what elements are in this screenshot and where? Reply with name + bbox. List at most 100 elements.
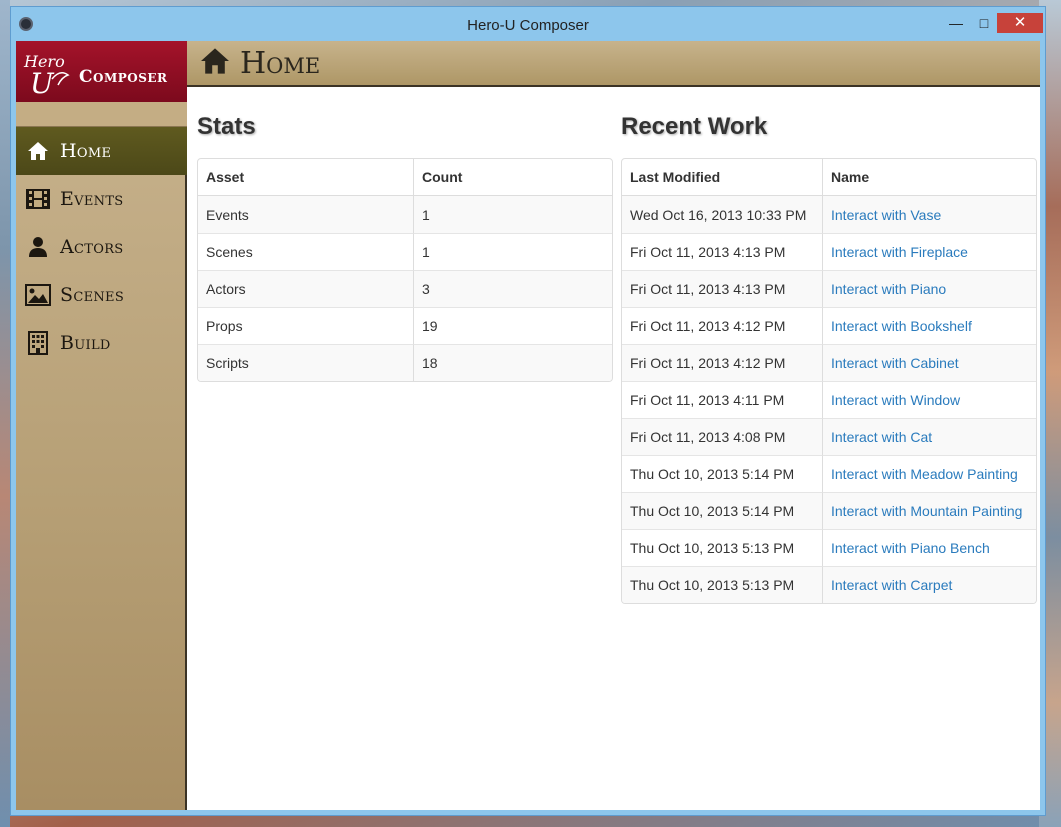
sidebar: Hero U Composer Home Events Actors Scene… xyxy=(16,41,187,810)
table-cell: Fri Oct 11, 2013 4:12 PM xyxy=(622,344,822,381)
window-title: Hero-U Composer xyxy=(467,17,589,34)
maximize-button[interactable]: □ xyxy=(971,13,997,33)
table-cell: Interact with Meadow Painting xyxy=(822,455,1036,492)
table-row: Thu Oct 10, 2013 5:14 PM Interact with Mo… xyxy=(622,492,1036,529)
logo: Hero U Composer xyxy=(16,41,187,102)
table-cell: Events xyxy=(198,196,413,233)
recent-work-link[interactable]: Interact with Meadow Painting xyxy=(831,466,1018,482)
table-cell: Interact with Window xyxy=(822,381,1036,418)
stats-table: Asset Count Events 1 Scenes 1 Actors 3 Props 19… xyxy=(197,158,613,382)
table-row: Thu Oct 10, 2013 5:13 PM Interact with Pi… xyxy=(622,529,1036,566)
title-bar[interactable]: Hero-U Composer — □ ✕ xyxy=(11,7,1045,41)
home-icon xyxy=(24,139,52,163)
table-cell: Fri Oct 11, 2013 4:12 PM xyxy=(622,307,822,344)
table-cell: Interact with Fireplace xyxy=(822,233,1036,270)
recent-work-link[interactable]: Interact with Cabinet xyxy=(831,355,959,371)
recent-work-link[interactable]: Interact with Carpet xyxy=(831,577,952,593)
recent-work-link[interactable]: Interact with Piano Bench xyxy=(831,540,990,556)
table-cell: Scenes xyxy=(198,233,413,270)
table-row: Fri Oct 11, 2013 4:13 PM Interact with Fi… xyxy=(622,233,1036,270)
table-row: Fri Oct 11, 2013 4:08 PM Interact with Ca… xyxy=(622,418,1036,455)
client-area: Hero U Composer Home Events Actors Scene… xyxy=(16,41,1040,810)
logo-text: Composer xyxy=(79,67,168,87)
table-row: Fri Oct 11, 2013 4:12 PM Interact with Bo… xyxy=(622,307,1036,344)
table-row: Thu Oct 10, 2013 5:13 PM Interact with Ca… xyxy=(622,566,1036,603)
page-title: Home xyxy=(240,45,321,81)
column-header-name: Name xyxy=(822,159,1036,196)
column-header-asset: Asset xyxy=(198,159,413,196)
table-cell: Fri Oct 11, 2013 4:13 PM xyxy=(622,233,822,270)
main-content: Stats Asset Count Events 1 Scenes 1 Actors 3 P… xyxy=(187,89,1040,810)
sidebar-item-actors[interactable]: Actors xyxy=(16,223,187,271)
table-cell: Props xyxy=(198,307,413,344)
sidebar-nav: Home Events Actors Scenes Build xyxy=(16,127,187,367)
minimize-button[interactable]: — xyxy=(943,13,969,33)
table-row: Wed Oct 16, 2013 10:33 PM Interact with V… xyxy=(622,196,1036,233)
table-header-row: Last Modified Name xyxy=(622,159,1036,196)
sidebar-item-events[interactable]: Events xyxy=(16,175,187,223)
recent-work-link[interactable]: Interact with Vase xyxy=(831,207,941,223)
table-cell: Actors xyxy=(198,270,413,307)
recent-work-link[interactable]: Interact with Window xyxy=(831,392,960,408)
table-row: Props 19 xyxy=(198,307,612,344)
recent-work-link[interactable]: Interact with Cat xyxy=(831,429,932,445)
table-row: Scripts 18 xyxy=(198,344,612,381)
table-cell: Interact with Carpet xyxy=(822,566,1036,603)
table-cell: Interact with Mountain Painting xyxy=(822,492,1036,529)
table-cell: 3 xyxy=(413,270,612,307)
table-cell: 1 xyxy=(413,233,612,270)
sidebar-item-label: Actors xyxy=(60,236,124,258)
table-cell: 18 xyxy=(413,344,612,381)
table-cell: Thu Oct 10, 2013 5:14 PM xyxy=(622,455,822,492)
table-cell: 19 xyxy=(413,307,612,344)
user-icon xyxy=(24,235,52,259)
table-row: Fri Oct 11, 2013 4:12 PM Interact with Ca… xyxy=(622,344,1036,381)
app-window: Hero-U Composer — □ ✕ Hero U Composer Ho… xyxy=(10,6,1046,816)
sidebar-spacer xyxy=(16,102,187,127)
table-cell: Fri Oct 11, 2013 4:11 PM xyxy=(622,381,822,418)
table-cell: Thu Oct 10, 2013 5:14 PM xyxy=(622,492,822,529)
table-row: Thu Oct 10, 2013 5:14 PM Interact with Me… xyxy=(622,455,1036,492)
table-cell: Fri Oct 11, 2013 4:13 PM xyxy=(622,270,822,307)
table-cell: Interact with Piano xyxy=(822,270,1036,307)
recent-work-link[interactable]: Interact with Bookshelf xyxy=(831,318,972,334)
sidebar-item-label: Events xyxy=(60,188,124,210)
picture-icon xyxy=(24,283,52,307)
table-row: Actors 3 xyxy=(198,270,612,307)
table-row: Scenes 1 xyxy=(198,233,612,270)
hero-u-logo-icon: Hero U xyxy=(23,52,70,97)
building-icon xyxy=(24,331,52,355)
sidebar-item-label: Build xyxy=(60,332,111,354)
sidebar-item-label: Scenes xyxy=(60,284,125,306)
close-button[interactable]: ✕ xyxy=(997,13,1043,33)
table-cell: Interact with Vase xyxy=(822,196,1036,233)
column-header-count: Count xyxy=(413,159,612,196)
stats-title: Stats xyxy=(197,113,256,140)
stats-table-body: Events 1 Scenes 1 Actors 3 Props 19 Scripts 18 xyxy=(198,196,612,381)
sidebar-item-build[interactable]: Build xyxy=(16,319,187,367)
film-icon xyxy=(24,187,52,211)
sidebar-item-label: Home xyxy=(60,140,112,162)
recent-work-table: Last Modified Name Wed Oct 16, 2013 10:3… xyxy=(621,158,1037,604)
table-cell: Thu Oct 10, 2013 5:13 PM xyxy=(622,566,822,603)
table-cell: Scripts xyxy=(198,344,413,381)
recent-work-table-body: Wed Oct 16, 2013 10:33 PM Interact with V… xyxy=(622,196,1036,603)
table-cell: Fri Oct 11, 2013 4:08 PM xyxy=(622,418,822,455)
table-row: Events 1 xyxy=(198,196,612,233)
recent-work-link[interactable]: Interact with Piano xyxy=(831,281,946,297)
table-cell: 1 xyxy=(413,196,612,233)
table-cell: Interact with Cabinet xyxy=(822,344,1036,381)
recent-work-link[interactable]: Interact with Mountain Painting xyxy=(831,503,1022,519)
recent-work-title: Recent Work xyxy=(621,113,768,140)
table-header-row: Asset Count xyxy=(198,159,612,196)
table-row: Fri Oct 11, 2013 4:11 PM Interact with Wi… xyxy=(622,381,1036,418)
table-cell: Interact with Piano Bench xyxy=(822,529,1036,566)
sidebar-item-scenes[interactable]: Scenes xyxy=(16,271,187,319)
svg-text:U: U xyxy=(30,67,55,97)
home-icon xyxy=(199,47,231,80)
table-cell: Thu Oct 10, 2013 5:13 PM xyxy=(622,529,822,566)
desktop-background-left xyxy=(0,0,10,827)
sidebar-item-home[interactable]: Home xyxy=(16,127,187,175)
recent-work-link[interactable]: Interact with Fireplace xyxy=(831,244,968,260)
column-header-last-modified: Last Modified xyxy=(622,159,822,196)
